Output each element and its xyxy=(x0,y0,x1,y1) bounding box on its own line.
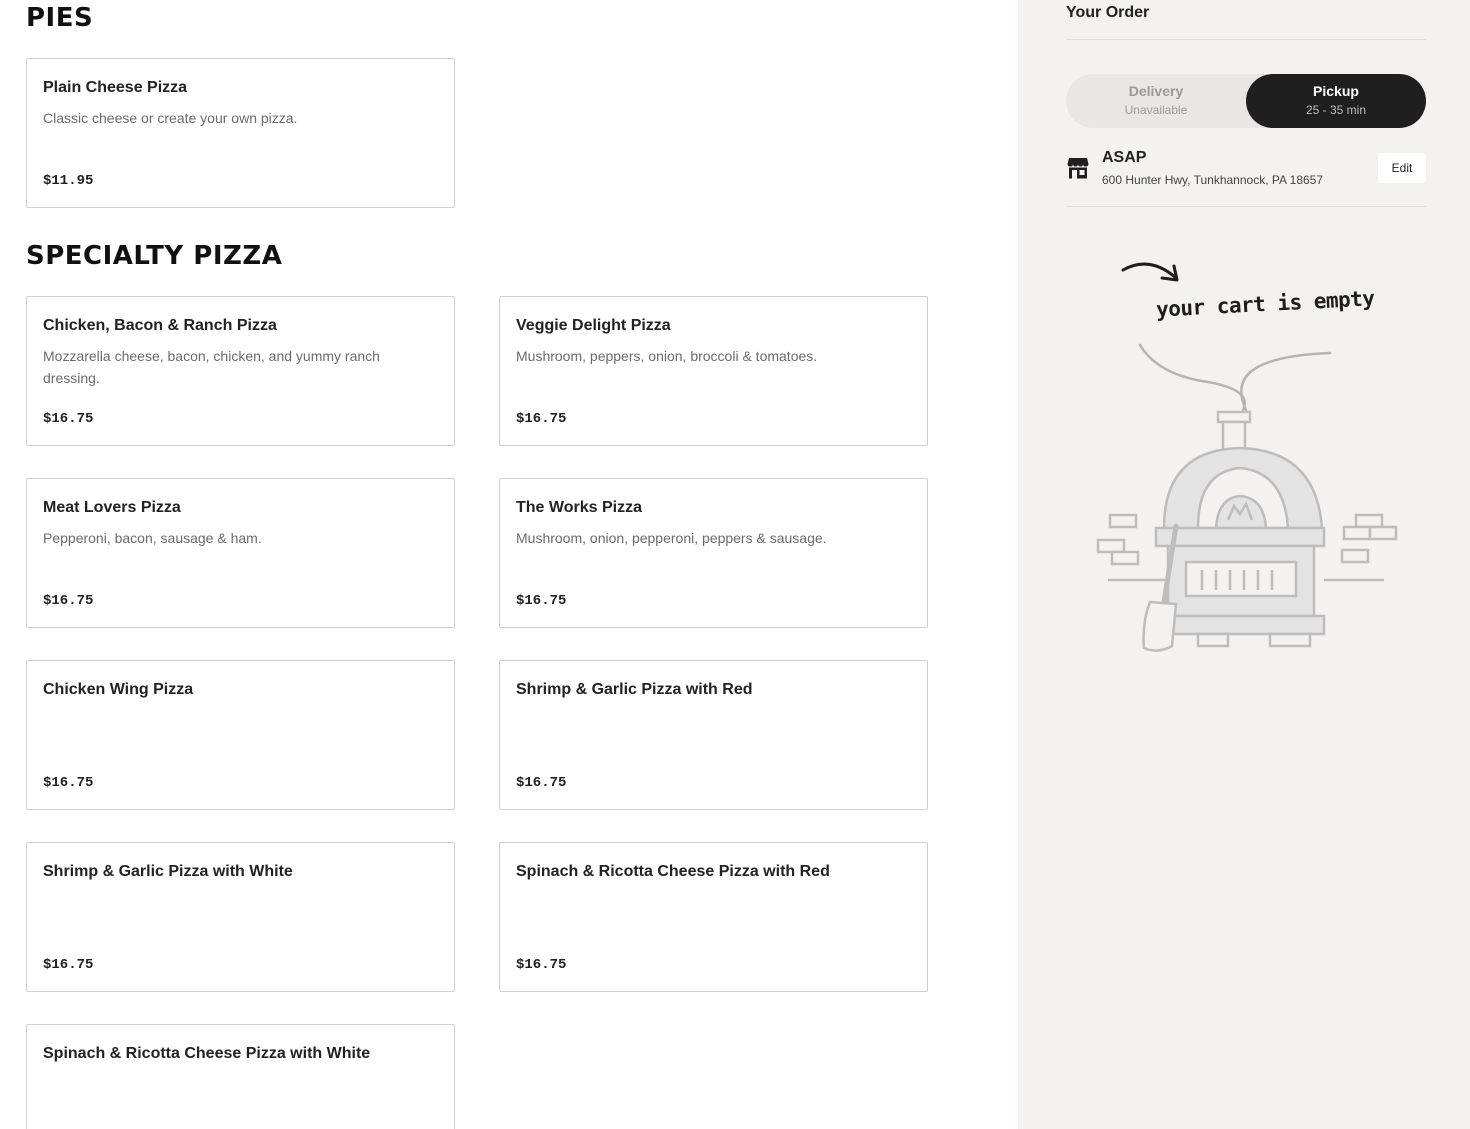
item-name: Plain Cheese Pizza xyxy=(43,79,188,96)
divider xyxy=(1066,206,1426,207)
arrow-icon xyxy=(1121,262,1179,282)
store-icon xyxy=(1067,158,1089,179)
pickup-label: Pickup xyxy=(1313,83,1359,99)
fulfillment-toggle: Delivery Unavailable Pickup 25 - 35 min xyxy=(1066,74,1426,128)
menu-item-card[interactable]: Spinach & Ricotta Cheese Pizza with Whit… xyxy=(26,1024,455,1129)
item-name: Spinach & Ricotta Cheese Pizza with Red xyxy=(516,863,830,880)
item-name: Chicken Wing Pizza xyxy=(43,681,194,698)
item-price: $16.75 xyxy=(516,411,567,427)
item-price: $16.75 xyxy=(516,775,567,791)
item-name: The Works Pizza xyxy=(516,499,642,516)
pickup-option[interactable]: Pickup 25 - 35 min xyxy=(1246,74,1426,128)
divider xyxy=(1066,39,1426,40)
edit-button[interactable]: Edit xyxy=(1378,153,1426,183)
section-title-specialty-pizza: SPECIALTY PIZZA xyxy=(26,241,283,271)
delivery-option[interactable]: Delivery Unavailable xyxy=(1066,74,1246,128)
pickup-time-label: ASAP xyxy=(1102,149,1147,166)
item-description: Classic cheese or create your own pizza. xyxy=(43,110,298,126)
item-price: $11.95 xyxy=(43,173,94,189)
menu-list: PIES Plain Cheese Pizza Classic cheese o… xyxy=(0,0,1018,1129)
section-title-pies: PIES xyxy=(26,3,94,33)
item-description: Mozzarella cheese, bacon, chicken, and y… xyxy=(43,348,380,386)
item-price: $16.75 xyxy=(43,775,94,791)
item-name: Spinach & Ricotta Cheese Pizza with Whit… xyxy=(43,1045,371,1062)
menu-item-card[interactable]: Chicken Wing Pizza $16.75 xyxy=(26,660,455,810)
menu-item-card[interactable]: Chicken, Bacon & Ranch Pizza Mozzarella … xyxy=(26,296,455,446)
delivery-status: Unavailable xyxy=(1124,103,1188,117)
item-price: $16.75 xyxy=(516,593,567,609)
item-description: Mushroom, peppers, onion, broccoli & tom… xyxy=(516,348,818,364)
item-price: $16.75 xyxy=(43,957,94,973)
order-title: Your Order xyxy=(1066,4,1150,21)
item-description: Pepperoni, bacon, sausage & ham. xyxy=(43,530,262,546)
item-name: Shrimp & Garlic Pizza with White xyxy=(43,863,293,880)
item-name: Shrimp & Garlic Pizza with Red xyxy=(516,681,753,698)
item-price: $16.75 xyxy=(43,411,94,427)
menu-item-card[interactable]: Plain Cheese Pizza Classic cheese or cre… xyxy=(26,58,455,208)
menu-item-card[interactable]: Shrimp & Garlic Pizza with White $16.75 xyxy=(26,842,455,992)
menu-item-card[interactable]: The Works Pizza Mushroom, onion, peppero… xyxy=(499,478,928,628)
order-sidebar: Your Order Delivery Unavailable Pickup 2… xyxy=(1018,0,1470,1129)
menu-item-card[interactable]: Spinach & Ricotta Cheese Pizza with Red … xyxy=(499,842,928,992)
delivery-label: Delivery xyxy=(1128,83,1184,99)
item-description: Mushroom, onion, pepperoni, peppers & sa… xyxy=(516,530,827,546)
item-name: Chicken, Bacon & Ranch Pizza xyxy=(43,317,277,334)
item-name: Veggie Delight Pizza xyxy=(516,317,671,334)
menu-item-card[interactable]: Veggie Delight Pizza Mushroom, peppers, … xyxy=(499,296,928,446)
pickup-time: 25 - 35 min xyxy=(1305,103,1367,117)
item-name: Meat Lovers Pizza xyxy=(43,499,181,516)
item-price: $16.75 xyxy=(516,957,567,973)
item-price: $16.75 xyxy=(43,593,94,609)
menu-item-card[interactable]: Meat Lovers Pizza Pepperoni, bacon, saus… xyxy=(26,478,455,628)
menu-item-card[interactable]: Shrimp & Garlic Pizza with Red $16.75 xyxy=(499,660,928,810)
pickup-address: 600 Hunter Hwy, Tunkhannock, PA 18657 xyxy=(1102,173,1324,187)
